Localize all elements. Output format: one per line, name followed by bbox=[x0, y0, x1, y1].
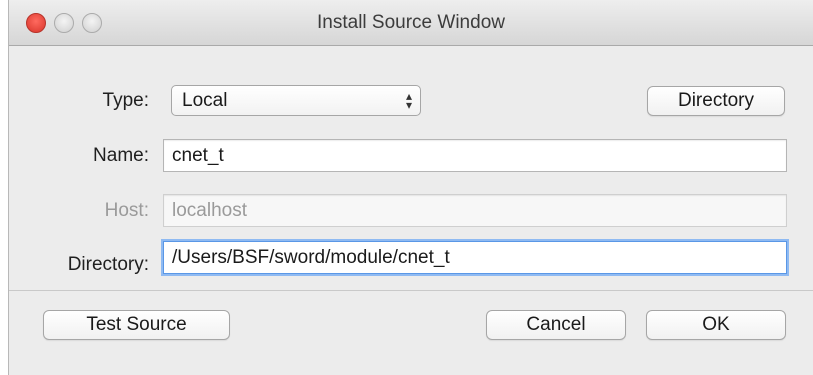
directory-label: Directory: bbox=[67, 254, 149, 275]
host-input: localhost bbox=[163, 194, 787, 227]
title-bar: Install Source Window bbox=[9, 0, 813, 46]
type-select[interactable]: Local ▴ ▾ bbox=[171, 85, 421, 116]
install-source-window: Install Source Window Type: Local ▴ ▾ Dir… bbox=[8, 0, 813, 375]
ok-button[interactable]: OK bbox=[646, 310, 786, 340]
select-arrows-icon: ▴ ▾ bbox=[405, 88, 412, 112]
directory-input[interactable]: /Users/BSF/sword/module/cnet_t bbox=[163, 241, 787, 274]
window-title: Install Source Window bbox=[317, 12, 505, 33]
type-select-value: Local bbox=[182, 90, 228, 111]
type-label: Type: bbox=[102, 90, 149, 111]
name-label: Name: bbox=[93, 145, 149, 166]
test-source-button[interactable]: Test Source bbox=[43, 310, 230, 340]
name-input[interactable]: cnet_t bbox=[163, 139, 787, 172]
cancel-button[interactable]: Cancel bbox=[486, 310, 626, 340]
host-label: Host: bbox=[104, 200, 149, 221]
footer-divider bbox=[9, 290, 813, 291]
directory-browse-button[interactable]: Directory bbox=[647, 86, 785, 116]
